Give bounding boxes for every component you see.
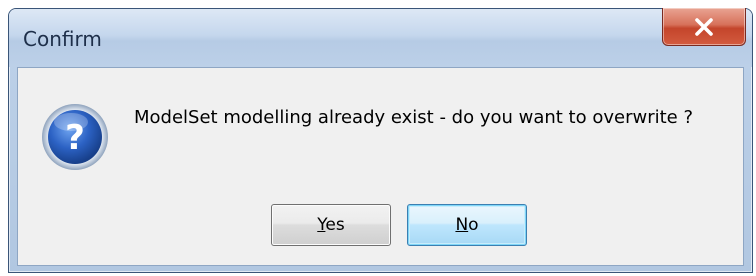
no-button[interactable]: No: [407, 204, 527, 246]
question-icon: ?: [40, 102, 110, 172]
dialog-body: ? ModelSet modelling already exist - do …: [17, 67, 744, 266]
close-icon: [694, 17, 714, 36]
dialog-title: Confirm: [23, 27, 102, 51]
yes-button[interactable]: Yes: [271, 204, 391, 246]
confirm-message: ModelSet modelling already exist - do yo…: [134, 107, 694, 128]
close-button[interactable]: [662, 8, 746, 46]
title-bar[interactable]: Confirm: [9, 8, 752, 67]
confirm-dialog: Confirm ? ModelSet modelling already exi…: [8, 8, 753, 273]
no-button-label: No: [455, 215, 479, 235]
svg-text:?: ?: [65, 118, 85, 158]
yes-button-label: Yes: [317, 215, 345, 235]
